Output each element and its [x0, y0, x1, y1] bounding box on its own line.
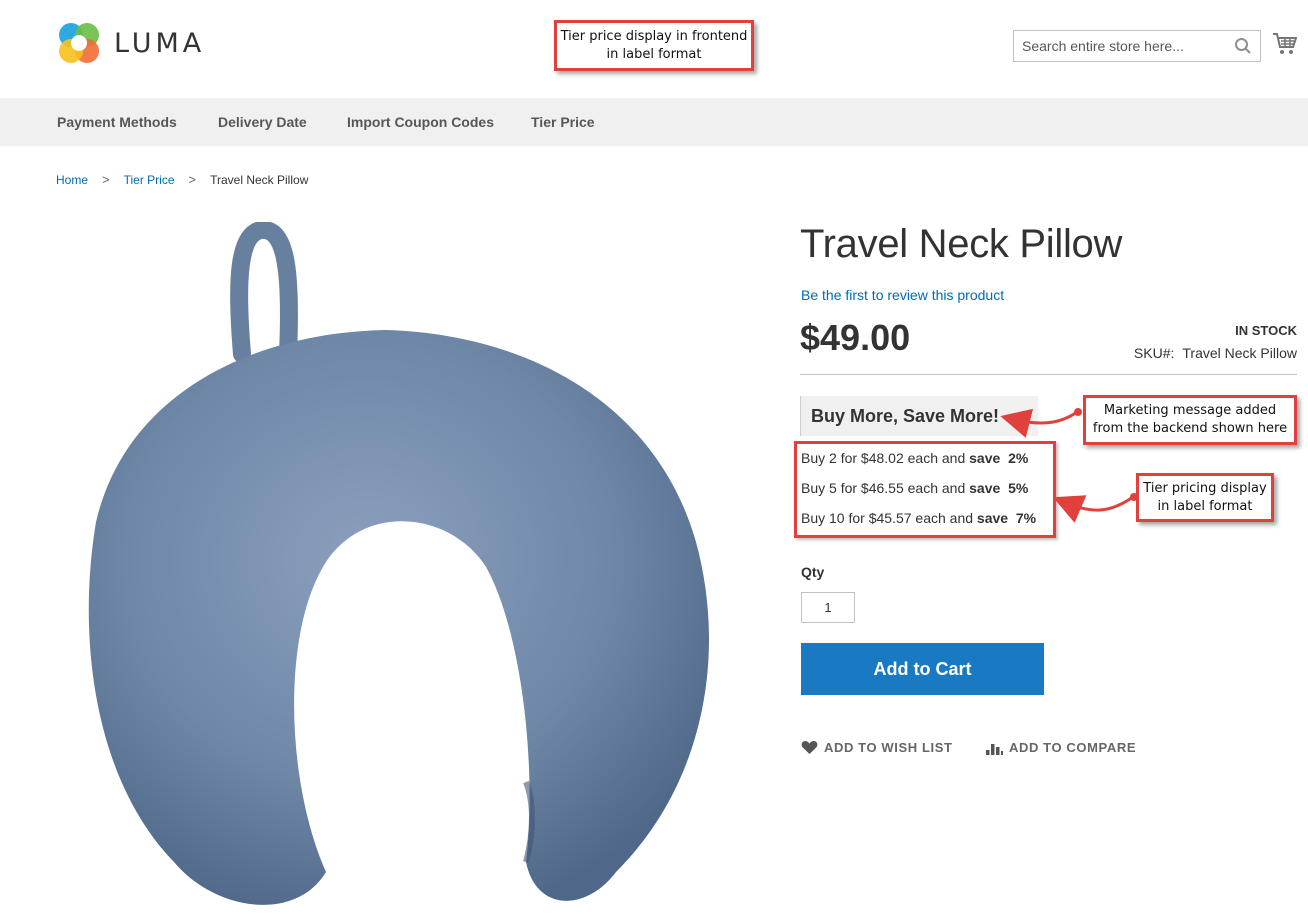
divider — [800, 374, 1297, 375]
breadcrumb: Home > Tier Price > Travel Neck Pillow — [56, 172, 308, 187]
product-price: $49.00 — [800, 317, 911, 358]
breadcrumb-tier-price[interactable]: Tier Price — [124, 173, 175, 187]
luma-logo[interactable]: LUMA — [56, 20, 205, 66]
heart-icon — [801, 741, 818, 754]
add-to-compare-link[interactable]: ADD TO COMPARE — [986, 740, 1136, 755]
qty-label: Qty — [801, 564, 825, 580]
wishlist-label: ADD TO WISH LIST — [824, 740, 953, 755]
nav-item-import-coupon-codes[interactable]: Import Coupon Codes — [347, 98, 494, 146]
add-to-wishlist-link[interactable]: ADD TO WISH LIST — [801, 740, 953, 755]
qty-input[interactable] — [801, 592, 855, 623]
annotation-tier-line1: Tier pricing display — [1143, 480, 1267, 496]
cart-icon[interactable] — [1272, 32, 1298, 56]
breadcrumb-home[interactable]: Home — [56, 173, 88, 187]
breadcrumb-separator: > — [102, 172, 110, 187]
nav-item-tier-price[interactable]: Tier Price — [531, 98, 595, 146]
product-image[interactable] — [56, 222, 746, 916]
sku-label: SKU#: — [1133, 345, 1175, 361]
review-link[interactable]: Be the first to review this product — [801, 287, 1004, 303]
compare-icon — [986, 743, 1003, 755]
logo-text: LUMA — [114, 27, 206, 59]
nav-item-delivery-date[interactable]: Delivery Date — [218, 98, 307, 146]
stock-status: IN STOCK — [1235, 323, 1297, 338]
sku-value: Travel Neck Pillow — [1182, 345, 1297, 361]
annotation-marketing-line2: from the backend shown here — [1092, 421, 1288, 436]
breadcrumb-current: Travel Neck Pillow — [210, 172, 309, 187]
annotation-marketing: Marketing message added from the backend… — [1083, 395, 1297, 445]
add-to-cart-button[interactable]: Add to Cart — [801, 643, 1044, 695]
annotation-top-line2: in label format — [606, 46, 702, 62]
nav-item-payment-methods[interactable]: Payment Methods — [57, 98, 177, 146]
compare-label: ADD TO COMPARE — [1009, 740, 1137, 755]
search-input[interactable] — [1014, 31, 1234, 61]
annotation-top: Tier price display in frontend in label … — [554, 20, 754, 71]
breadcrumb-separator: > — [188, 172, 197, 187]
annotation-top-line1: Tier price display in frontend — [560, 28, 748, 44]
annotation-arrow-tier — [1052, 495, 1134, 523]
main-navigation: Payment Methods Delivery Date Import Cou… — [0, 98, 1308, 146]
search-icon[interactable] — [1234, 37, 1252, 55]
annotation-tier: Tier pricing display in label format — [1136, 473, 1274, 522]
annotation-marketing-line1: Marketing message added — [1103, 403, 1277, 418]
annotation-tier-line2: in label format — [1157, 498, 1253, 514]
luma-logo-icon — [59, 23, 99, 63]
marketing-message: Buy More, Save More! — [800, 396, 1038, 436]
product-title: Travel Neck Pillow — [800, 222, 1123, 266]
product-sku: SKU#: Travel Neck Pillow — [1134, 345, 1297, 361]
search-box — [1013, 30, 1261, 62]
annotation-tier-outline — [794, 441, 1056, 538]
